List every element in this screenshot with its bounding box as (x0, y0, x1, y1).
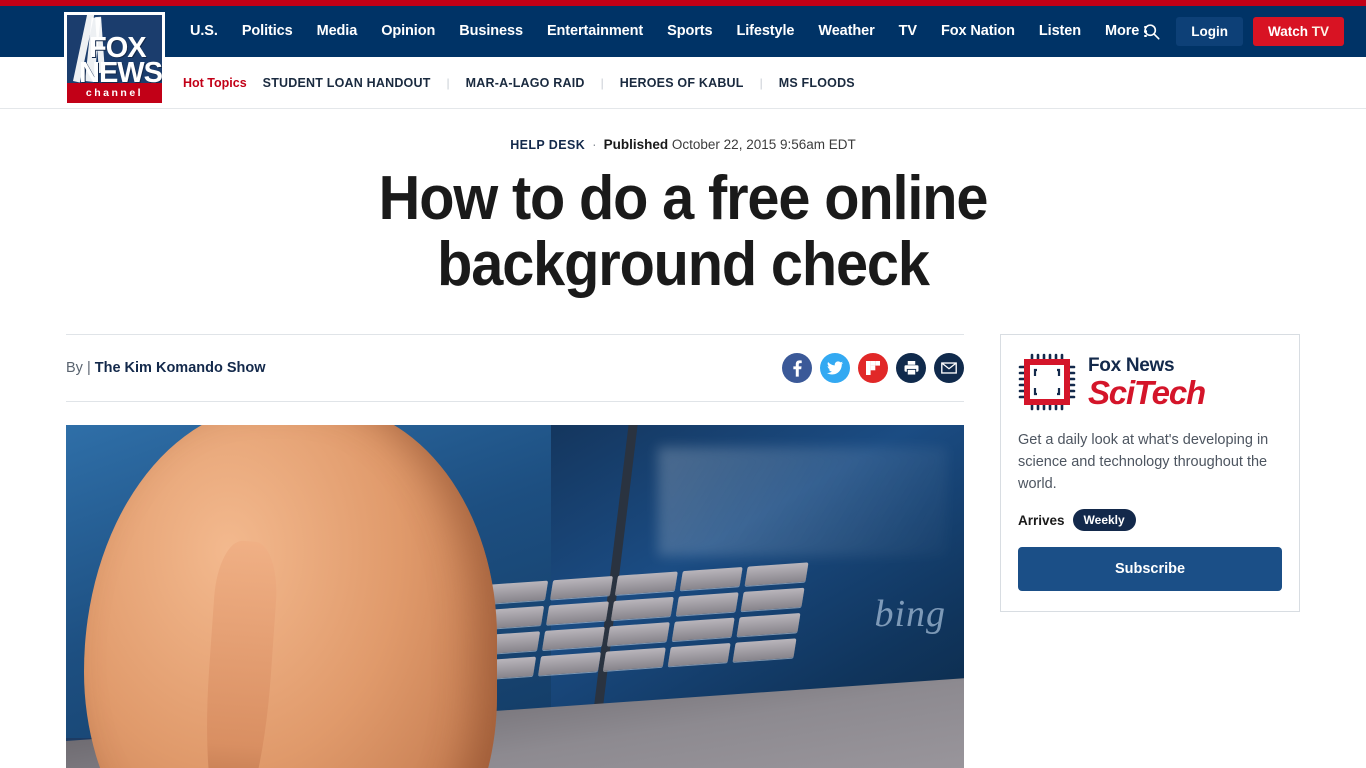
meta-separator-dot: · (592, 137, 597, 152)
login-button[interactable]: Login (1176, 17, 1243, 46)
flipboard-share-icon[interactable] (858, 353, 888, 383)
subscribe-button[interactable]: Subscribe (1018, 547, 1282, 591)
article-meta: HELP DESK · Published October 22, 2015 9:5… (0, 137, 1366, 152)
published-date: October 22, 2015 9:56am EDT (668, 137, 856, 152)
twitter-share-icon[interactable] (820, 353, 850, 383)
nav-item-fox-nation[interactable]: Fox Nation (929, 24, 1027, 39)
nav-links: U.S. Politics Media Opinion Business Ent… (178, 24, 1157, 39)
hot-topics-label: Hot Topics (183, 75, 247, 90)
hot-topic-ms-floods[interactable]: MS FLOODS (779, 76, 855, 90)
article-main-column: By | The Kim Komando Show bing (66, 334, 964, 768)
published-label: Published (603, 137, 669, 152)
logo-tagline-channel: channel (67, 83, 162, 103)
watch-tv-label-tv: TV (1311, 24, 1329, 39)
nav-item-media[interactable]: Media (305, 24, 370, 39)
print-icon[interactable] (896, 353, 926, 383)
article-category-link[interactable]: HELP DESK (510, 138, 585, 152)
hero-screen-bing-text: bing (874, 593, 946, 636)
nav-item-us[interactable]: U.S. (178, 24, 230, 39)
cpu-chip-icon (1018, 353, 1076, 411)
nav-actions: Login Watch TV (1136, 6, 1344, 57)
hero-photo-hand-typing-on-laptop: bing (66, 425, 964, 768)
newsletter-frequency-badge: Weekly (1072, 509, 1136, 531)
nav-item-listen[interactable]: Listen (1027, 24, 1093, 39)
watch-tv-label-watch: Watch (1267, 24, 1312, 39)
newsletter-description: Get a daily look at what's developing in… (1018, 432, 1269, 492)
nav-item-entertainment[interactable]: Entertainment (535, 24, 655, 39)
nav-item-business[interactable]: Business (447, 24, 535, 39)
newsletter-signup-card: Fox News SciTech Get a daily look at wha… (1000, 334, 1300, 612)
main-navigation-bar: FOX NEWS channel U.S. Politics Media Opi… (0, 6, 1366, 106)
nav-item-opinion[interactable]: Opinion (369, 24, 447, 39)
hot-topics-separator: | (446, 75, 450, 90)
watch-tv-button[interactable]: Watch TV (1252, 17, 1344, 46)
hero-hand (83, 425, 498, 768)
content-wrapper: By | The Kim Komando Show bing Fox News … (0, 334, 1366, 768)
hot-topics-separator: | (600, 75, 604, 90)
newsletter-arrives-label: Arrives (1018, 512, 1065, 528)
byline-author-link[interactable]: The Kim Komando Show (95, 360, 266, 376)
byline-prefix: By | (66, 360, 95, 376)
nav-item-weather[interactable]: Weather (806, 24, 886, 39)
newsletter-product-name: SciTech (1088, 373, 1206, 411)
page-title: How to do a free online background check (378, 164, 989, 299)
sidebar: Fox News SciTech Get a daily look at wha… (1000, 334, 1300, 768)
hot-topics-bar: Hot Topics STUDENT LOAN HANDOUT | MAR-A-… (0, 57, 1366, 109)
facebook-share-icon[interactable] (782, 353, 812, 383)
nav-item-lifestyle[interactable]: Lifestyle (724, 24, 806, 39)
nav-item-sports[interactable]: Sports (655, 24, 724, 39)
search-icon[interactable] (1136, 17, 1166, 47)
nav-item-more-label: More (1105, 23, 1140, 40)
nav-item-tv[interactable]: TV (887, 24, 929, 39)
hot-topics-separator: | (759, 75, 763, 90)
hot-topic-mar-a-lago-raid[interactable]: MAR-A-LAGO RAID (466, 76, 585, 90)
hot-topic-student-loan-handout[interactable]: STUDENT LOAN HANDOUT (263, 76, 431, 90)
byline: By | The Kim Komando Show (66, 360, 266, 376)
newsletter-arrives-row: Arrives Weekly (1018, 509, 1282, 531)
nav-item-politics[interactable]: Politics (230, 24, 305, 39)
byline-row: By | The Kim Komando Show (66, 334, 964, 402)
share-buttons (782, 353, 964, 383)
fox-news-channel-logo[interactable]: FOX NEWS channel (64, 12, 165, 106)
newsletter-brand: Fox News (1088, 354, 1175, 376)
hero-index-finger (197, 538, 280, 768)
newsletter-logo: Fox News SciTech (1018, 353, 1282, 411)
hot-topic-heroes-of-kabul[interactable]: HEROES OF KABUL (620, 76, 744, 90)
newsletter-titles: Fox News SciTech (1088, 354, 1206, 411)
email-share-icon[interactable] (934, 353, 964, 383)
